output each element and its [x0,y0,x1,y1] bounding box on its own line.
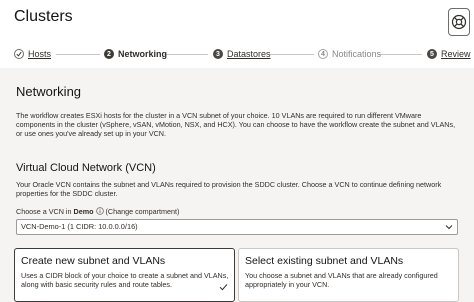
option-description: You choose a subnet and VLANs that are a… [245,271,438,290]
step-label: Review [441,49,471,59]
step-networking[interactable]: 2 Networking [104,44,167,64]
step-notifications: 4 Notifications [318,44,381,64]
option-title: Create new subnet and VLANs [21,255,166,267]
vcn-heading: Virtual Cloud Network (VCN) [16,162,156,174]
step-number: 4 [318,49,328,59]
page-header: Clusters [0,0,474,38]
step-label: Networking [118,49,168,59]
option-title: Select existing subnet and VLANs [245,255,404,267]
info-icon[interactable] [95,207,104,215]
select-existing-subnet-option[interactable]: Select existing subnet and VLANs You cho… [238,248,459,302]
check-icon [14,49,24,59]
vcn-select-value: VCN-Demo-1 (1 CIDR: 10.0.0.0/16) [21,222,138,231]
step-label: Hosts [28,49,52,59]
section-description: The workflow creates ESXi hosts for the … [16,111,456,139]
step-connector [270,54,314,55]
chevron-down-icon [445,225,453,230]
page-title: Clusters [14,8,73,25]
wizard-steps: Hosts 2 Networking 3 Datastores 4 Notifi… [0,44,474,64]
step-datastores[interactable]: 3 Datastores [213,44,271,64]
networking-panel: Networking The workflow creates ESXi hos… [0,68,474,302]
step-hosts[interactable]: Hosts [14,44,51,64]
option-description: Uses a CIDR block of your choice to crea… [21,271,229,290]
step-connector [56,54,100,55]
compartment-name: Demo [73,207,94,216]
step-number: 3 [213,49,223,59]
vcn-select[interactable]: VCN-Demo-1 (1 CIDR: 10.0.0.0/16) [16,219,458,235]
step-review[interactable]: 5 Review [427,44,471,64]
change-compartment-link[interactable]: (Change compartment) [106,207,180,216]
section-heading: Networking [16,84,82,99]
vcn-field-label: Choose a VCN in Demo (Change compartment… [16,207,180,216]
help-icon [451,14,467,30]
step-label: Datastores [227,49,271,59]
step-connector [378,54,422,55]
create-new-subnet-option[interactable]: Create new subnet and VLANs Uses a CIDR … [14,248,235,302]
step-connector [164,54,208,55]
vcn-description: Your Oracle VCN contains the subnet and … [16,180,442,199]
check-icon [219,284,228,291]
help-button[interactable] [448,8,470,36]
step-label: Notifications [332,49,382,59]
step-number: 2 [104,49,114,59]
step-number: 5 [427,49,437,59]
